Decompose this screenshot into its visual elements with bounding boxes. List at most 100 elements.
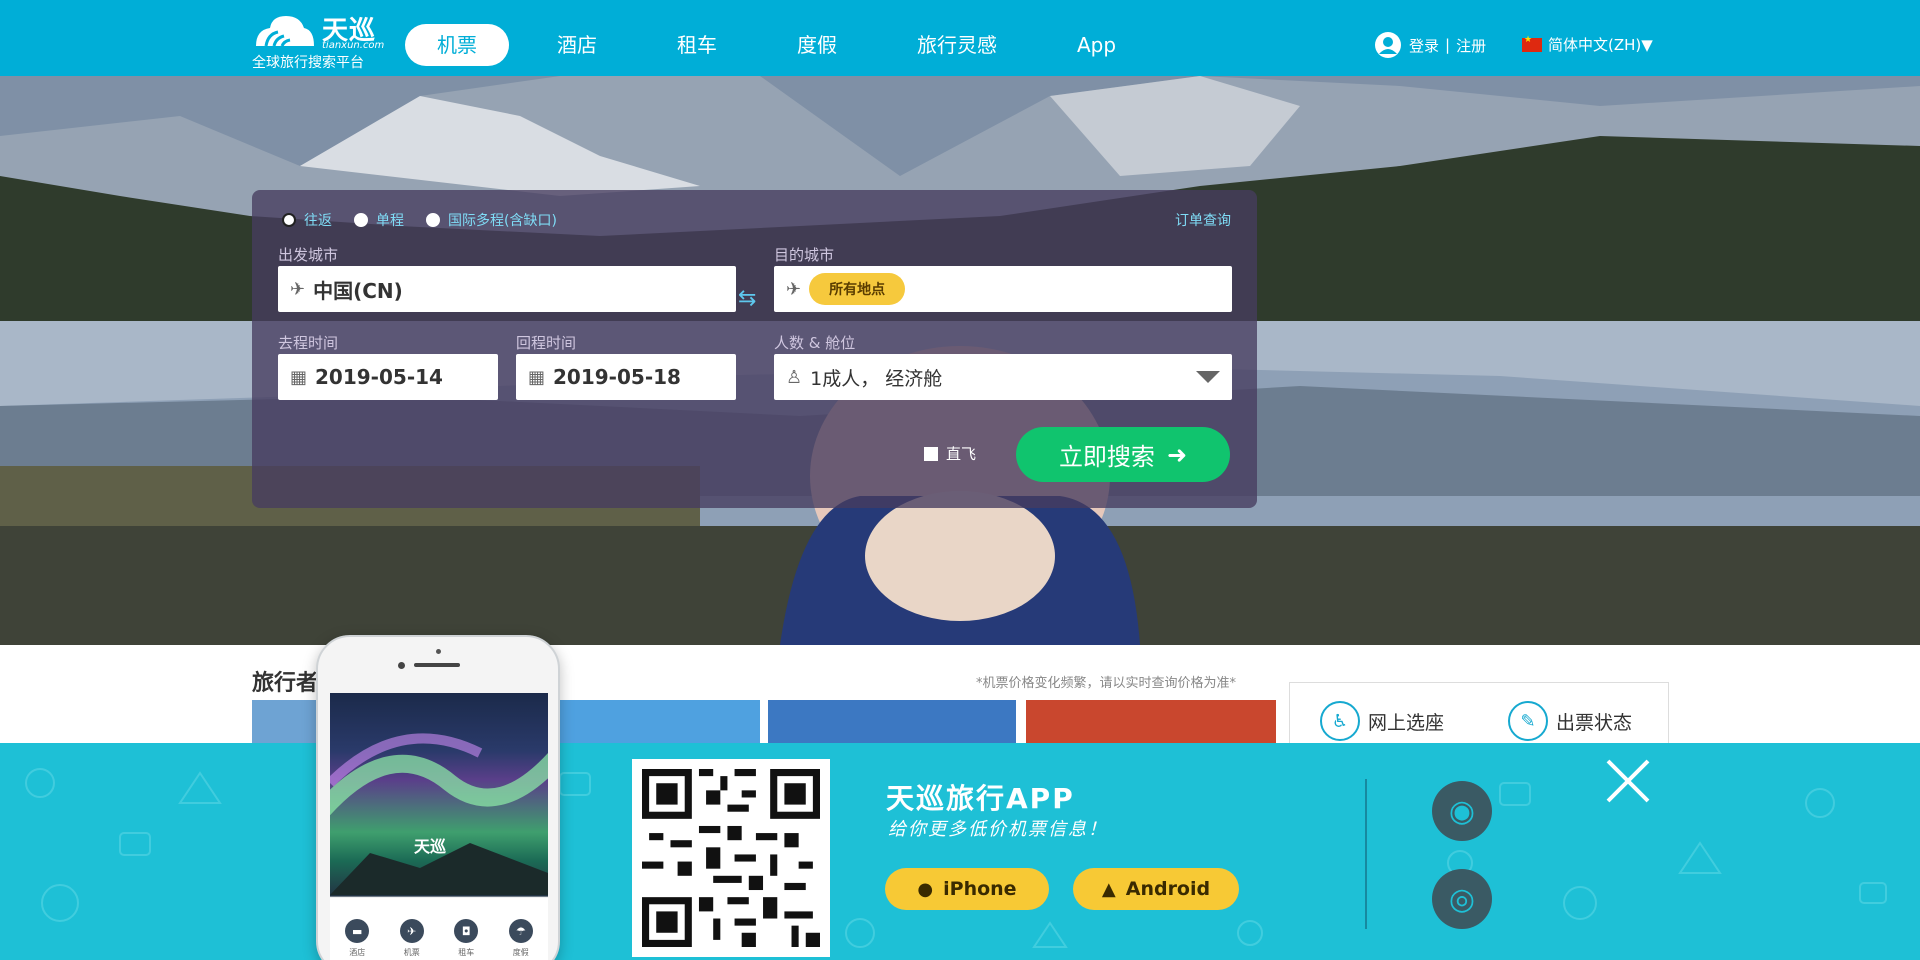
language-selector[interactable]: 简体中文(ZH)▼ (1522, 34, 1653, 55)
arrow-right-icon: ➜ (1166, 440, 1188, 469)
swap-icon[interactable]: ⇆ (738, 286, 756, 311)
tianxun-logo[interactable]: 天巡 tianxun.com 全球旅行搜索平台 (252, 6, 385, 72)
android-download-button[interactable]: ▲ Android (1073, 868, 1239, 910)
direct-flight-label: 直飞 (946, 445, 977, 463)
china-flag-icon (1522, 35, 1542, 52)
phone-app-tabs: ▬ 酒店 ✈ 机票 ◘ 租车 ☂ 度假 (330, 919, 548, 958)
seat-selection-label: 网上选座 (1368, 711, 1445, 734)
vertical-divider (1365, 779, 1367, 929)
iphone-download-button[interactable]: ● iPhone (885, 868, 1049, 910)
register-link[interactable]: 注册 (1456, 35, 1486, 56)
phone-tab-label: 机票 (403, 948, 420, 957)
trip-type-multicity[interactable]: 国际多程(含缺口) (426, 210, 557, 230)
language-label: 简体中文(ZH)▼ (1548, 36, 1653, 54)
seat-icon: ♿ (1320, 701, 1360, 741)
nav-inspiration[interactable]: 旅行灵感 (885, 24, 1029, 66)
direct-flight-checkbox[interactable]: 直飞 (924, 443, 976, 464)
top-navigation-bar: 天巡 tianxun.com 全球旅行搜索平台 机票 酒店 租车 度假 旅行灵感… (0, 0, 1920, 76)
user-area: 登录 | 注册 (1375, 30, 1486, 60)
phone-tab-flight: ✈ 机票 (399, 919, 424, 958)
plane-icon: ✈ (399, 919, 424, 943)
destination-label: 目的城市 (774, 246, 835, 264)
plane-icon: ✈ (290, 278, 306, 300)
umbrella-icon: ☂ (508, 919, 533, 943)
phone-speaker (414, 663, 460, 667)
ticket-status-link[interactable]: ✎ 出票状态 (1508, 701, 1632, 741)
qr-code (632, 759, 830, 957)
destination-thumbnail[interactable] (560, 700, 760, 745)
close-icon[interactable] (1604, 757, 1652, 805)
person-icon: ♙ (786, 366, 803, 388)
destination-thumbnail[interactable] (768, 700, 1016, 745)
login-separator: | (1445, 36, 1451, 54)
app-subtitle: 给你更多低价机票信息！ (888, 819, 1108, 840)
wechat-icon[interactable]: ◉ (1432, 781, 1492, 841)
destination-tag[interactable]: 所有地点 (809, 273, 906, 305)
phone-tab-car: ◘ 租车 (454, 919, 479, 958)
trip-type-label: 往返 (304, 213, 332, 229)
passengers-label: 人数 & 舱位 (774, 334, 856, 352)
logo-cloud-icon (256, 16, 314, 47)
android-icon: ▲ (1101, 878, 1116, 900)
return-label: 回程时间 (516, 334, 577, 352)
phone-camera (436, 649, 441, 654)
origin-value: 中国(CN) (313, 278, 403, 303)
nav-app[interactable]: App (1045, 24, 1148, 66)
trip-type-roundtrip[interactable]: 往返 (282, 210, 332, 230)
car-icon: ◘ (454, 919, 479, 943)
price-note: *机票价格变化频繁，请以实时查询价格为准* (976, 676, 1237, 691)
logo-slogan: 全球旅行搜索平台 (252, 55, 364, 71)
trip-type-group: 往返 单程 国际多程(含缺口) (282, 210, 579, 230)
search-button-label: 立即搜索 (1058, 443, 1155, 471)
phone-tab-label: 度假 (512, 948, 529, 957)
depart-date-field[interactable]: ▦ 2019-05-14 (278, 354, 498, 400)
nav-hotels[interactable]: 酒店 (525, 24, 629, 66)
checkbox (924, 446, 938, 461)
phone-tab-label: 租车 (458, 948, 475, 957)
ticket-status-label: 出票状态 (1556, 711, 1633, 734)
trip-type-label: 国际多程(含缺口) (448, 213, 557, 229)
radio-button (282, 213, 296, 227)
app-title: 天巡旅行APP (886, 782, 1075, 815)
flight-search-panel: 往返 单程 国际多程(含缺口) 订单查询 出发城市 ✈ 中国(CN) ⇆ 目的城… (252, 190, 1257, 508)
phone-app-logo: 天巡 (414, 837, 447, 856)
depart-date-value: 2019-05-14 (315, 365, 443, 389)
app-download-banner: 天巡旅行APP 给你更多低价机票信息！ ● iPhone ▲ Android ◉… (0, 743, 1920, 960)
phone-screen: 天巡 ▬ 酒店 ✈ 机票 ◘ 租车 ☂ 度假 (330, 693, 548, 960)
nav-car-rental[interactable]: 租车 (645, 24, 749, 66)
aurora-image (330, 733, 548, 895)
passengers-cabin-select[interactable]: ♙ 1成人， 经济舱 (774, 354, 1232, 400)
weibo-icon[interactable]: ◎ (1432, 869, 1492, 929)
ticket-icon: ✎ (1508, 701, 1548, 741)
depart-label: 去程时间 (278, 334, 339, 352)
main-nav: 机票 酒店 租车 度假 旅行灵感 App (405, 24, 1164, 66)
destination-field[interactable]: ✈ 所有地点 (774, 266, 1232, 312)
destination-thumbnail[interactable] (1026, 700, 1276, 745)
origin-field[interactable]: ✈ 中国(CN) (278, 266, 736, 312)
plane-icon: ✈ (786, 278, 802, 300)
chevron-down-icon (1196, 371, 1220, 383)
nav-flights[interactable]: 机票 (405, 24, 509, 66)
phone-tab-hotel: ▬ 酒店 (345, 919, 370, 958)
qr-code-image (642, 769, 820, 947)
iphone-label: iPhone (943, 878, 1017, 900)
trip-type-oneway[interactable]: 单程 (354, 210, 404, 230)
origin-label: 出发城市 (278, 246, 339, 264)
user-avatar-icon[interactable] (1375, 32, 1401, 58)
nav-vacations[interactable]: 度假 (765, 24, 869, 66)
search-button[interactable]: 立即搜索 ➜ (1016, 427, 1230, 482)
login-link[interactable]: 登录 (1409, 35, 1439, 56)
apple-icon: ● (917, 878, 934, 900)
phone-tab-vacation: ☂ 度假 (508, 919, 533, 958)
passengers-value: 1成人， 经济舱 (810, 367, 943, 390)
order-lookup-link[interactable]: 订单查询 (1175, 210, 1231, 230)
phone-tab-label: 酒店 (349, 948, 366, 957)
seat-selection-link[interactable]: ♿ 网上选座 (1320, 701, 1444, 741)
phone-front-camera (398, 662, 405, 669)
phone-mockup: 天巡 ▬ 酒店 ✈ 机票 ◘ 租车 ☂ 度假 (316, 635, 560, 960)
return-date-field[interactable]: ▦ 2019-05-18 (516, 354, 736, 400)
logo-domain: tianxun.com (322, 40, 385, 51)
calendar-icon: ▦ (528, 366, 546, 388)
bed-icon: ▬ (345, 919, 370, 943)
return-date-value: 2019-05-18 (553, 365, 681, 389)
